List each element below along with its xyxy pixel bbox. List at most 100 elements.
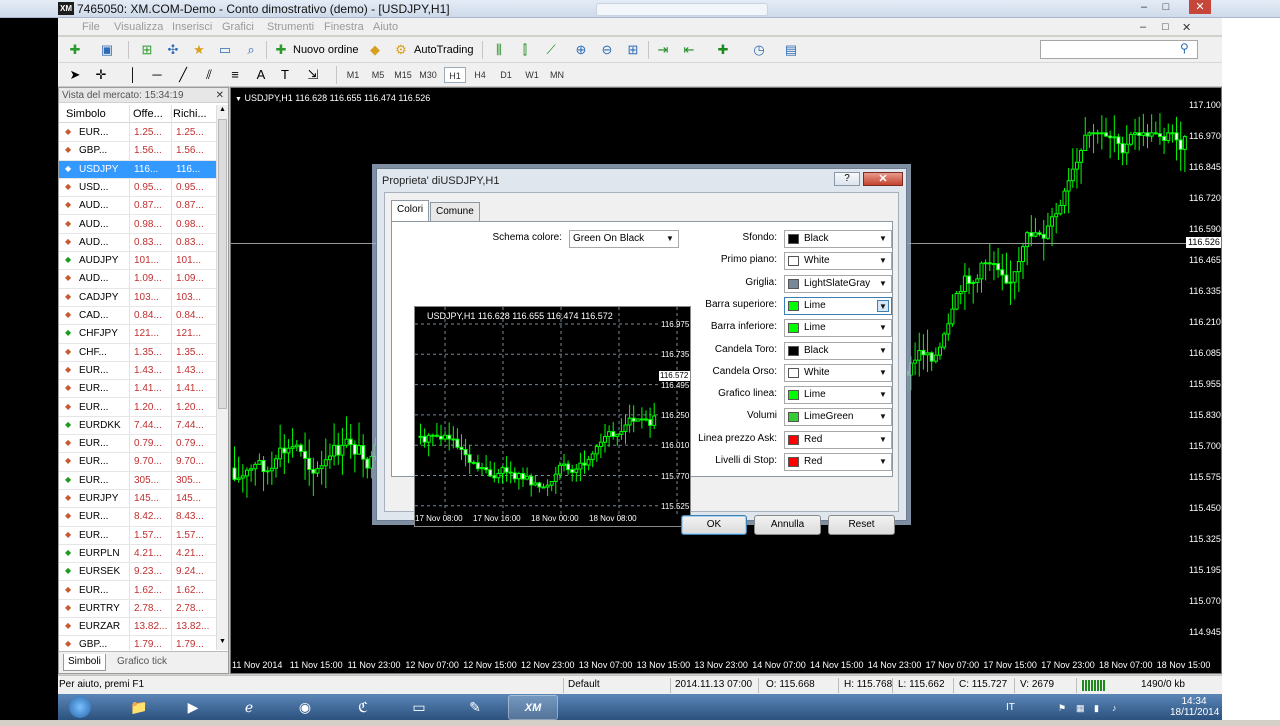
internet-explorer-taskbar-icon[interactable]: ℯ <box>224 695 274 720</box>
market-watch-icon[interactable]: ⊞ <box>138 41 156 59</box>
column-symbol[interactable]: Simbolo <box>66 108 106 120</box>
autotrading-button[interactable]: AutoTrading <box>414 40 474 60</box>
column-ask[interactable]: Richi... <box>173 108 207 120</box>
color-select[interactable]: Lime ▼ <box>784 386 892 405</box>
tray-network-icon[interactable]: ▮ <box>1094 703 1099 714</box>
inner-close-button[interactable]: ✕ <box>1182 21 1191 34</box>
market-row[interactable]: ◆ EUR... 1.62... 1.62... <box>59 582 216 600</box>
color-select[interactable]: Red ▼ <box>784 430 892 449</box>
timeframe-m30[interactable]: M30 <box>417 67 439 83</box>
column-bid[interactable]: Offe... <box>133 108 163 120</box>
close-button[interactable]: ✕ <box>1189 0 1211 14</box>
new-order-icon[interactable]: ✚ <box>272 41 290 59</box>
close-icon[interactable]: ✕ <box>216 88 224 103</box>
chevron-down-icon[interactable]: ▼ <box>877 411 889 423</box>
market-row[interactable]: ◆ CHFJPY 121... 121... <box>59 325 216 344</box>
search-input[interactable] <box>1040 40 1198 59</box>
zoom-in-icon[interactable]: ⊕ <box>572 41 590 59</box>
inner-restore-button[interactable]: □ <box>1162 21 1169 33</box>
periods-icon[interactable]: ◷ <box>750 41 768 59</box>
market-row[interactable]: ◆ EUR... 305... 305... <box>59 472 216 490</box>
market-row[interactable]: ◆ EUR... 1.41... 1.41... <box>59 380 216 399</box>
explorer-taskbar-icon[interactable]: 📁 <box>114 695 164 720</box>
scroll-down-icon[interactable]: ▼ <box>219 638 226 645</box>
start-button[interactable] <box>58 695 102 720</box>
search-icon[interactable]: ⚲ <box>1180 41 1189 55</box>
chevron-down-icon[interactable]: ▼ <box>877 456 889 468</box>
chevron-down-icon[interactable]: ▼ <box>877 322 889 334</box>
indicators-icon[interactable]: ✚ <box>714 41 732 59</box>
color-select[interactable]: White ▼ <box>784 363 892 382</box>
color-select[interactable]: Red ▼ <box>784 453 892 471</box>
chevron-down-icon[interactable]: ▼ <box>877 255 889 267</box>
ok-button[interactable]: OK <box>681 515 747 535</box>
new-order-button[interactable]: Nuovo ordine <box>293 40 358 60</box>
arrows-icon[interactable]: ⇲ <box>304 66 322 84</box>
tab-symbols[interactable]: Simboli <box>63 654 106 671</box>
tile-windows-icon[interactable]: ⊞ <box>624 41 642 59</box>
trendline-icon[interactable]: ╱ <box>174 66 192 84</box>
horizontal-line-icon[interactable]: ─ <box>148 66 166 84</box>
market-row[interactable]: ◆ CHF... 1.35... 1.35... <box>59 344 216 362</box>
timeframe-h1[interactable]: H1 <box>444 67 466 83</box>
tray-flag-icon[interactable]: ⚑ <box>1058 703 1066 714</box>
inner-minimize-button[interactable]: – <box>1140 21 1146 33</box>
terminal-icon[interactable]: ▭ <box>216 41 234 59</box>
channel-icon[interactable]: ⫽ <box>200 66 218 84</box>
tray-icon[interactable]: ▦ <box>1076 703 1085 714</box>
tab-common[interactable]: Comune <box>430 202 480 221</box>
timeframe-h4[interactable]: H4 <box>469 67 491 83</box>
monitor-taskbar-icon[interactable]: ▭ <box>394 695 444 720</box>
market-row[interactable]: ◆ EURPLN 4.21... 4.21... <box>59 545 216 564</box>
timeframe-m1[interactable]: M1 <box>342 67 364 83</box>
timeframe-mn[interactable]: MN <box>546 67 568 83</box>
chart-menu-icon[interactable]: ▼ <box>235 96 242 103</box>
cursor-icon[interactable]: ➤ <box>66 66 84 84</box>
color-select[interactable]: Lime ▼ <box>784 319 892 338</box>
chevron-down-icon[interactable]: ▼ <box>877 299 889 312</box>
bar-chart-icon[interactable]: ⫼ <box>490 41 508 59</box>
market-row[interactable]: ◆ USD... 0.95... 0.95... <box>59 179 216 198</box>
clock[interactable]: 14:34 18/11/2014 <box>1170 696 1219 718</box>
menu-charts[interactable]: Grafici <box>222 21 254 33</box>
menu-help[interactable]: Aiuto <box>373 21 398 33</box>
market-row[interactable]: ◆ AUD... 1.09... 1.09... <box>59 270 216 289</box>
market-row[interactable]: ◆ GBP... 1.56... 1.56... <box>59 142 216 161</box>
market-row[interactable]: ◆ EURSEK 9.23... 9.24... <box>59 563 216 582</box>
text-icon[interactable]: A <box>252 66 270 84</box>
minimize-button[interactable]: – <box>1134 0 1154 14</box>
menu-window[interactable]: Finestra <box>324 21 364 33</box>
metaeditor-icon[interactable]: ◆ <box>366 41 384 59</box>
market-row[interactable]: ◆ AUD... 0.87... 0.87... <box>59 197 216 216</box>
chevron-down-icon[interactable]: ▼ <box>877 389 889 401</box>
xm-taskbar-icon[interactable]: XM <box>508 695 558 720</box>
scroll-up-icon[interactable]: ▲ <box>219 106 226 113</box>
market-row[interactable]: ◆ EURTRY 2.78... 2.78... <box>59 600 216 619</box>
chevron-down-icon[interactable]: ▼ <box>877 278 889 290</box>
market-row[interactable]: ◆ USDJPY 116... 116... <box>59 160 216 179</box>
tester-icon[interactable]: ⌕ <box>242 41 260 59</box>
market-row[interactable]: ◆ EUR... 8.42... 8.43... <box>59 508 216 527</box>
market-row[interactable]: ◆ EURDKK 7.44... 7.44... <box>59 417 216 436</box>
app-taskbar-icon[interactable]: ℭ <box>338 695 388 720</box>
chevron-down-icon[interactable]: ▼ <box>877 345 889 357</box>
chevron-down-icon[interactable]: ▼ <box>877 434 889 446</box>
reset-button[interactable]: Reset <box>828 515 895 535</box>
new-chart-icon[interactable]: ✚ <box>66 41 84 59</box>
timeframe-m15[interactable]: M15 <box>392 67 414 83</box>
tab-tick-chart[interactable]: Grafico tick <box>113 654 171 671</box>
chart-shift-icon[interactable]: ⇤ <box>680 41 698 59</box>
color-select[interactable]: White ▼ <box>784 252 892 271</box>
chrome-taskbar-icon[interactable]: ◉ <box>280 695 330 720</box>
zoom-out-icon[interactable]: ⊖ <box>598 41 616 59</box>
color-select[interactable]: Black ▼ <box>784 230 892 248</box>
market-row[interactable]: ◆ EUR... 9.70... 9.70... <box>59 453 216 472</box>
market-row[interactable]: ◆ AUD... 0.98... 0.98... <box>59 216 216 234</box>
menu-view[interactable]: Visualizza <box>114 21 163 33</box>
chevron-down-icon[interactable]: ▼ <box>877 233 889 245</box>
color-select[interactable]: Black ▼ <box>784 341 892 360</box>
color-select[interactable]: Lime ▼ <box>784 296 892 315</box>
timeframe-w1[interactable]: W1 <box>521 67 543 83</box>
background-window-tab[interactable] <box>596 3 768 16</box>
color-select[interactable]: LightSlateGray ▼ <box>784 274 892 293</box>
